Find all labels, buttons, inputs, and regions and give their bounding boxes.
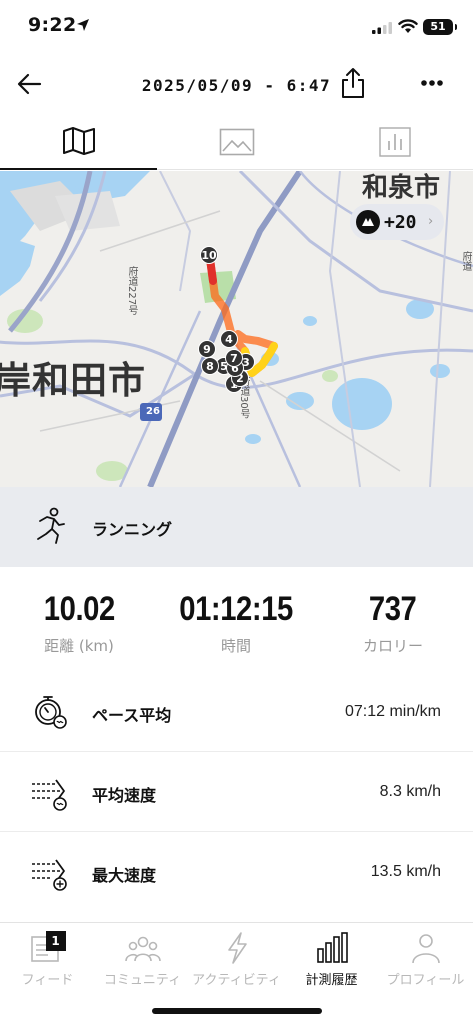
status-time: 9:22 bbox=[28, 14, 77, 36]
activity-type: ランニング bbox=[0, 487, 473, 567]
metric-row-avg-speed: 平均速度 8.3 km/h bbox=[0, 752, 473, 832]
metrics-list: ペース平均 07:12 min/km 平均速度 8.3 km/h 最大速度 13… bbox=[0, 672, 473, 912]
stopwatch-pace-icon bbox=[35, 696, 67, 729]
running-icon bbox=[37, 507, 65, 544]
tab-charts[interactable] bbox=[316, 114, 473, 170]
road-label: 府道 bbox=[460, 251, 471, 271]
nearby-activities-button[interactable]: +20 › bbox=[350, 204, 444, 240]
tab-photos[interactable] bbox=[158, 114, 315, 170]
km-marker[interactable]: 10 bbox=[200, 246, 218, 264]
nav-label: フィード bbox=[21, 973, 74, 988]
city-label-top: 和泉市 bbox=[362, 173, 441, 203]
brand-logo-icon bbox=[356, 210, 380, 234]
battery-indicator: 51 bbox=[423, 19, 453, 35]
community-icon bbox=[124, 931, 161, 965]
duration-label: 時間 bbox=[220, 637, 251, 655]
activity-bolt-icon bbox=[219, 931, 255, 965]
nav-item-feed[interactable]: 1 フィード bbox=[0, 931, 95, 988]
nav-item-profile[interactable]: プロフィール bbox=[378, 931, 473, 988]
distance-label: 距離 (km) bbox=[44, 637, 114, 655]
route-map[interactable]: 26 岸和田市 和泉市 府道227号 府道30号 府道 12345678910 … bbox=[0, 171, 473, 487]
feed-icon: 1 bbox=[30, 931, 66, 965]
history-chart-icon bbox=[314, 931, 350, 965]
bar-chart-icon bbox=[378, 127, 411, 157]
speed-max-icon bbox=[32, 859, 67, 891]
nav-item-activity[interactable]: アクティビティ bbox=[189, 931, 284, 988]
metric-row-pace: ペース平均 07:12 min/km bbox=[0, 672, 473, 752]
city-label: 岸和田市 bbox=[0, 359, 146, 402]
nav-label: アクティビティ bbox=[192, 973, 281, 988]
duration-stat: 01:12:15 時間 bbox=[157, 590, 315, 656]
battery-tip bbox=[455, 24, 457, 30]
notification-badge: 1 bbox=[45, 931, 66, 951]
nav-item-community[interactable]: コミュニティ bbox=[95, 931, 190, 988]
chevron-right-icon: › bbox=[428, 214, 434, 229]
image-icon bbox=[219, 128, 254, 156]
map-icon bbox=[62, 127, 95, 155]
nav-label: コミュニティ bbox=[103, 973, 182, 988]
max-speed-label: 最大速度 bbox=[92, 866, 157, 885]
home-indicator bbox=[152, 1008, 322, 1014]
calories-value: 737 bbox=[369, 590, 417, 628]
pace-label: ペース平均 bbox=[92, 706, 172, 725]
nav-label: 計測履歴 bbox=[305, 973, 358, 988]
distance-stat: 10.02 距離 (km) bbox=[0, 590, 158, 656]
max-speed-value: 13.5 km/h bbox=[370, 863, 441, 880]
avg-speed-value: 8.3 km/h bbox=[379, 783, 441, 800]
location-arrow-icon bbox=[77, 19, 89, 31]
km-marker[interactable]: 8 bbox=[201, 357, 219, 375]
metric-row-max-speed: 最大速度 13.5 km/h bbox=[0, 832, 473, 912]
km-marker[interactable]: 4 bbox=[220, 330, 238, 348]
nearby-count: +20 bbox=[384, 212, 417, 233]
view-tabs bbox=[0, 114, 473, 170]
calories-label: カロリー bbox=[362, 637, 423, 655]
km-marker[interactable]: 7 bbox=[225, 349, 243, 367]
status-bar: 9:22 51 bbox=[0, 0, 473, 56]
km-marker[interactable]: 9 bbox=[198, 340, 216, 358]
header: 2025/05/09 - 6:47 bbox=[0, 56, 473, 114]
distance-value: 10.02 bbox=[43, 590, 115, 628]
page-title: 2025/05/09 - 6:47 bbox=[141, 76, 332, 95]
more-options-icon[interactable] bbox=[420, 78, 444, 88]
cellular-signal-icon bbox=[372, 22, 392, 34]
nav-label: プロフィール bbox=[386, 973, 465, 988]
avg-speed-label: 平均速度 bbox=[92, 786, 157, 805]
pace-value: 07:12 min/km bbox=[344, 703, 441, 720]
activity-label: ランニング bbox=[92, 520, 173, 539]
share-icon[interactable] bbox=[338, 66, 368, 100]
road-label: 府道227号 bbox=[126, 266, 137, 316]
nav-item-history[interactable]: 計測履歴 bbox=[284, 931, 379, 988]
profile-icon bbox=[408, 931, 444, 965]
wifi-icon bbox=[398, 19, 418, 33]
route-shield-label: 26 bbox=[146, 406, 160, 417]
summary-stats: 10.02 距離 (km) 01:12:15 時間 737 カロリー bbox=[0, 590, 473, 670]
tab-map[interactable] bbox=[0, 114, 157, 170]
speed-average-icon bbox=[32, 779, 67, 811]
duration-value: 01:12:15 bbox=[179, 590, 293, 628]
calories-stat: 737 カロリー bbox=[314, 590, 472, 656]
